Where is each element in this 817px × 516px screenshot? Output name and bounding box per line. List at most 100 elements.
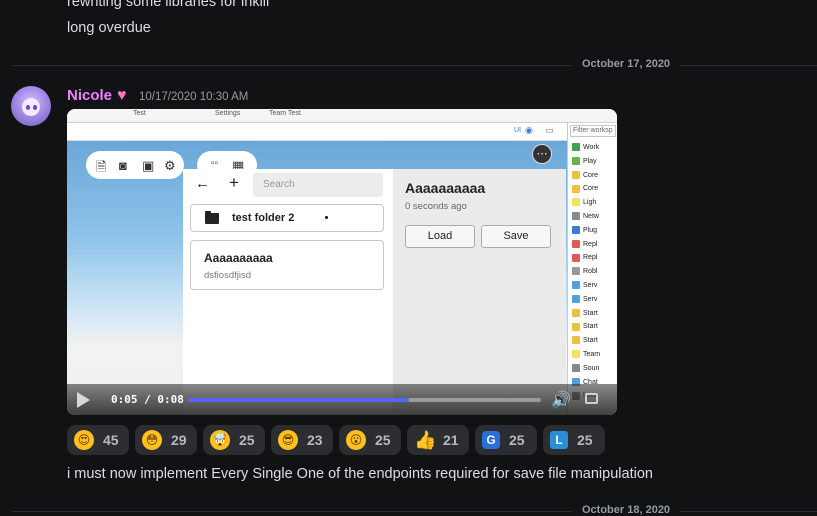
video-controls: 0:05 / 0:08 🔊 [67,384,617,415]
play-icon[interactable] [77,392,90,408]
reaction-button[interactable]: L 25 [543,425,605,455]
date-divider [12,65,817,66]
list-view-icon[interactable]: ▫▫ [211,158,218,169]
heart-icon: ♥ [117,87,127,104]
explorer-item-label: Repl [583,240,598,248]
add-icon[interactable]: + [229,173,239,193]
studio-tab[interactable]: Team Test [269,110,301,117]
explorer-item-icon [572,336,580,345]
back-arrow-icon[interactable]: ← [195,175,210,192]
explorer-item-icon [572,322,580,331]
explorer-item[interactable]: Repl [572,238,597,251]
explorer-item-label: Plug [583,226,598,234]
file-browser-panel: ← + Search test folder 2 Aaaaaaaaaa dsfi… [183,169,393,415]
username[interactable]: Nicole [67,87,112,104]
time-separator: / [144,393,151,406]
avatar-eye [33,105,37,110]
explorer-item-label: Play [583,157,597,165]
explorer-item-label: Work [583,144,600,151]
studio-viewport-toolbar: UI ◉ ▭ [67,123,567,141]
explorer-item-icon [572,143,580,152]
explorer-item[interactable]: Start [572,307,598,320]
reaction-count: 21 [443,432,459,448]
explorer-item-label: Start [583,309,598,317]
file-detail-panel: Aaaaaaaaaa 0 seconds ago Load Save [393,169,566,415]
reaction-button[interactable]: 👍 21 [407,425,469,455]
duration: 0:08 [157,393,184,406]
message-content: i must now implement Every Single One of… [67,466,653,482]
explorer-item-icon [572,239,580,248]
detail-title: Aaaaaaaaaa [405,180,486,196]
volume-icon[interactable]: 🔊 [551,390,571,410]
reaction-button[interactable]: 🤯 25 [203,425,265,455]
folder-item[interactable]: test folder 2 [190,204,384,232]
explorer-item-icon [572,308,580,317]
file-icon[interactable]: 🗎 [96,158,106,180]
fullscreen-icon[interactable] [585,393,598,404]
explorer-item-icon [572,253,580,262]
explorer-item[interactable]: Work [572,141,599,154]
explorer-item[interactable]: Robl [572,265,597,278]
cursor-dot [325,216,328,219]
explorer-panel: Filter worksp Work Play Core Core Ligh Netw Pl… [567,123,617,415]
reaction-count: 25 [509,432,525,448]
explorer-filter-input[interactable]: Filter worksp [570,125,616,137]
eye-icon[interactable]: ◉ [525,125,533,136]
video-player[interactable]: Test Settings Team Test UI ◉ ▭ Filter wo… [67,109,617,415]
reaction-button[interactable]: 😍 45 [67,425,129,455]
explorer-item[interactable]: Start [572,320,598,333]
reaction-button[interactable]: 😳 29 [135,425,197,455]
heart-eyes-icon: 😍 [74,430,94,450]
explorer-item-label: Soun [583,364,600,372]
reaction-button[interactable]: 😎 23 [271,425,333,455]
ui-toggle[interactable]: UI [514,127,521,134]
explorer-item[interactable]: Serv [572,279,597,292]
explorer-item[interactable]: Repl [572,251,597,264]
studio-tab[interactable]: Settings [215,110,240,117]
save-icon[interactable]: ▣ [142,158,154,174]
avatar-eye [26,105,30,110]
explorer-item-label: Ligh [583,199,597,207]
studio-tab[interactable]: Test [133,110,146,117]
progress-fill [188,398,409,402]
load-button[interactable]: Load [405,225,475,248]
avatar[interactable] [11,86,51,126]
gear-icon[interactable]: ⚙ [164,158,176,174]
explorer-item[interactable]: Team [572,348,600,361]
previous-message-line-2: long overdue [67,20,151,36]
current-time: 0:05 [111,393,138,406]
explorer-item[interactable]: Start [572,334,598,347]
explorer-item[interactable]: Soun [572,362,599,375]
reaction-count: 29 [171,432,187,448]
progress-track[interactable] [188,398,541,402]
file-item[interactable]: Aaaaaaaaaa dsfiosdfjisd [190,240,384,290]
previous-message-line-1: rewriting some libraries for inkill [67,0,270,10]
g-letter-icon: G [482,431,500,449]
explorer-item[interactable]: Core [572,169,598,182]
explorer-item[interactable]: Ligh [572,196,596,209]
reaction-button[interactable]: G 25 [475,425,537,455]
exploding-head-icon: 🤯 [210,430,230,450]
explorer-item-icon [572,267,580,276]
more-options-icon[interactable]: ⋯ [532,144,552,164]
sunglasses-icon: 😎 [278,430,298,450]
studio-tab-bar: Test Settings Team Test [67,109,617,123]
save-button[interactable]: Save [481,225,551,248]
reaction-button[interactable]: 😮 25 [339,425,401,455]
explorer-item-label: Repl [583,254,598,262]
explorer-item-label: Start [583,323,598,331]
search-input[interactable]: Search [253,173,383,197]
window-icon[interactable]: ▭ [545,125,554,136]
explorer-item[interactable]: Plug [572,224,597,237]
message-timestamp[interactable]: 10/17/2020 10:30 AM [139,91,248,103]
explorer-item[interactable]: Play [572,155,597,168]
file-subtitle: dsfiosdfjisd [204,270,251,281]
explorer-item[interactable]: Netw [572,210,599,223]
explorer-item[interactable]: Core [572,182,598,195]
date-divider [12,511,817,512]
reaction-count: 25 [239,432,255,448]
explorer-item[interactable]: Serv [572,293,597,306]
star-struck-icon: 😮 [346,430,366,450]
explorer-item-label: Core [583,171,599,179]
camera-icon[interactable]: ◙ [119,158,127,173]
